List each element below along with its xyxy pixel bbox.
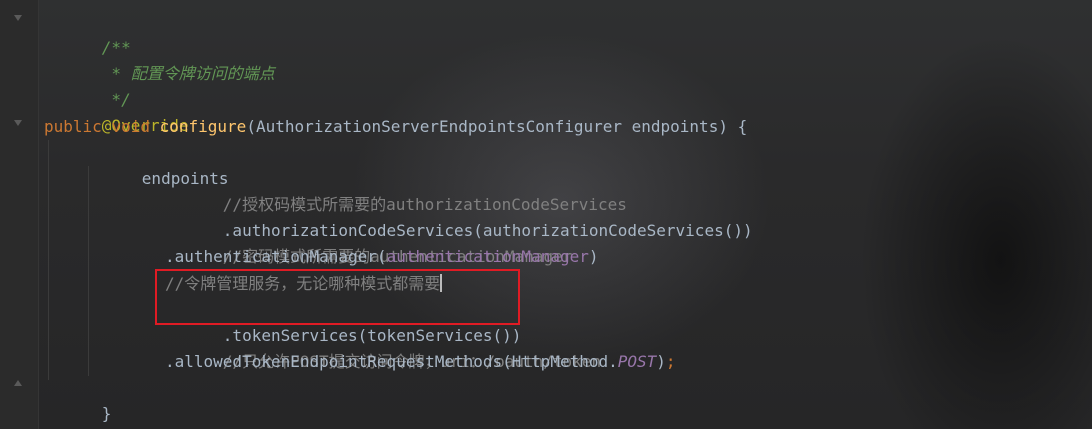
field-reference: authenticationManager bbox=[386, 247, 589, 266]
code-line[interactable]: .authorizationCodeServices(authorization… bbox=[165, 192, 753, 240]
code-line[interactable]: .authenticationManager(authenticationMan… bbox=[165, 244, 599, 270]
code-line[interactable]: * 配置令牌访问的端点 bbox=[44, 35, 274, 83]
method-call: .authenticationManager( bbox=[165, 247, 387, 266]
code-line[interactable]: //密码模式所需要的authenticationManager bbox=[165, 218, 573, 266]
code-line[interactable]: /** bbox=[44, 9, 131, 57]
method-params: (AuthorizationServerEndpointsConfigurer … bbox=[246, 117, 748, 136]
keyword-public: public bbox=[44, 117, 102, 136]
fold-toggle-icon[interactable] bbox=[14, 15, 22, 23]
code-line[interactable]: endpoints bbox=[84, 140, 229, 188]
fold-toggle-icon[interactable] bbox=[14, 380, 22, 388]
code-line[interactable]: //只允许POST提交访问令牌，uri：/oauth/token bbox=[165, 323, 601, 371]
semicolon: ; bbox=[665, 352, 676, 371]
method-call: .allowedTokenEndpointRequestMethods(Http… bbox=[165, 352, 618, 371]
code-line[interactable]: public void configure(AuthorizationServe… bbox=[44, 114, 747, 140]
fold-toggle-icon[interactable] bbox=[14, 120, 22, 128]
code-line[interactable]: } bbox=[44, 375, 112, 423]
static-field-reference: POST bbox=[617, 352, 657, 371]
keyword-void: void bbox=[111, 117, 150, 136]
highlight-annotation-box bbox=[155, 269, 520, 325]
closing-paren: ) bbox=[588, 247, 599, 266]
code-editor[interactable]: /** * 配置令牌访问的端点 */ @Override public void… bbox=[0, 0, 1092, 429]
indent-guide bbox=[48, 140, 49, 380]
code-line[interactable]: //授权码模式所需要的authorizationCodeServices bbox=[165, 166, 627, 214]
code-line[interactable]: .allowedTokenEndpointRequestMethods(Http… bbox=[165, 349, 676, 375]
editor-gutter[interactable] bbox=[0, 0, 39, 429]
closing-brace: } bbox=[101, 404, 112, 423]
method-name: configure bbox=[159, 117, 247, 136]
code-line[interactable]: */ bbox=[44, 61, 130, 109]
closing-paren: ) bbox=[656, 352, 666, 371]
code-line[interactable]: @Override bbox=[44, 87, 189, 135]
